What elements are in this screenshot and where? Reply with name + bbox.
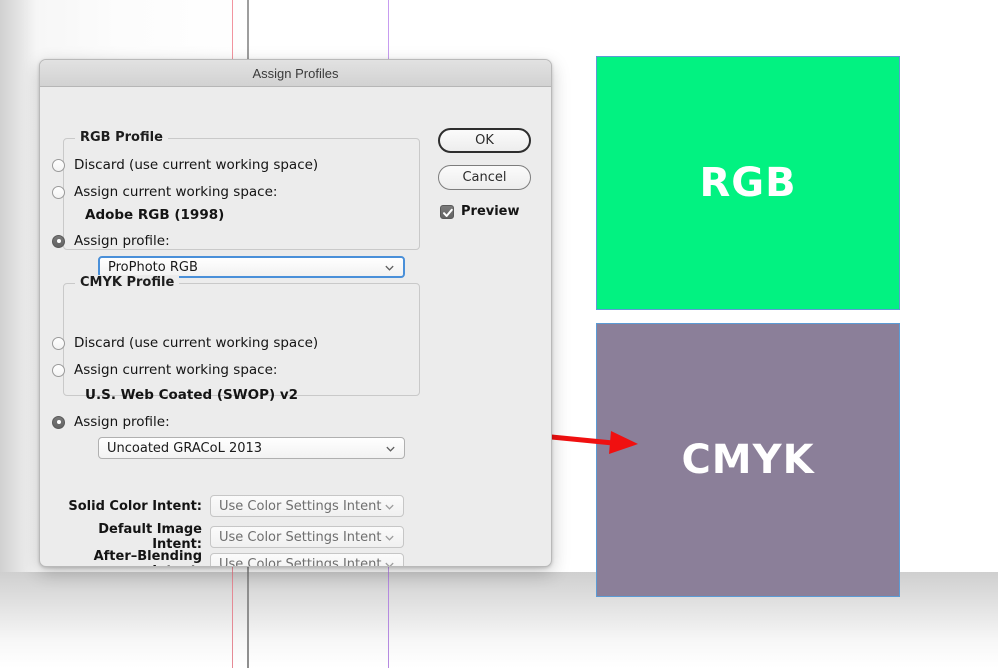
dialog-titlebar[interactable]: Assign Profiles	[40, 60, 551, 87]
solid-color-intent-select[interactable]: Use Color Settings Intent	[210, 495, 404, 517]
color-swatch-rgb[interactable]: RGB	[596, 56, 900, 310]
cmyk-profile-group-title: CMYK Profile	[75, 275, 179, 290]
chevron-down-icon	[384, 532, 395, 543]
radio-icon[interactable]	[52, 416, 65, 429]
chevron-down-icon	[384, 262, 395, 273]
cmyk-profile-select[interactable]: Uncoated GRACoL 2013	[98, 437, 405, 459]
chevron-down-icon	[384, 501, 395, 512]
cmyk-profile-select-value: Uncoated GRACoL 2013	[107, 441, 385, 456]
radio-icon[interactable]	[52, 186, 65, 199]
preview-checkbox-row[interactable]: Preview	[440, 204, 520, 219]
rgb-profile-select-value: ProPhoto RGB	[108, 260, 384, 275]
ok-button[interactable]: OK	[438, 128, 531, 153]
pasteboard-guide-pink	[232, 572, 233, 668]
assign-profiles-dialog: Assign Profiles RGB Profile Discard (use…	[39, 59, 552, 567]
canvas-left-shadow	[0, 0, 36, 668]
cancel-button[interactable]: Cancel	[438, 165, 531, 190]
default-image-intent-label: Default Image Intent:	[50, 522, 202, 552]
preview-label: Preview	[461, 204, 520, 219]
rgb-option-assign-working-space[interactable]: Assign current working space:	[52, 184, 277, 200]
rgb-working-space-value: Adobe RGB (1998)	[85, 207, 224, 223]
after-blending-intent-select[interactable]: Use Color Settings Intent	[210, 553, 404, 567]
checkbox-icon[interactable]	[440, 205, 454, 219]
default-image-intent-select[interactable]: Use Color Settings Intent	[210, 526, 404, 548]
cmyk-option-assign-profile[interactable]: Assign profile:	[52, 414, 170, 430]
dialog-title: Assign Profiles	[253, 66, 339, 81]
cmyk-option-assign-profile-label: Assign profile:	[74, 414, 170, 430]
chevron-down-icon	[384, 559, 395, 568]
chevron-down-icon	[385, 443, 396, 454]
default-image-intent-row: Default Image Intent: Use Color Settings…	[50, 522, 404, 552]
cmyk-option-discard[interactable]: Discard (use current working space)	[52, 335, 318, 351]
rgb-option-discard[interactable]: Discard (use current working space)	[52, 157, 318, 173]
cancel-button-label: Cancel	[462, 170, 506, 185]
rgb-option-discard-label: Discard (use current working space)	[74, 157, 318, 173]
cmyk-working-space-value: U.S. Web Coated (SWOP) v2	[85, 387, 298, 403]
solid-color-intent-row: Solid Color Intent: Use Color Settings I…	[50, 495, 404, 517]
cmyk-option-working-space-label: Assign current working space:	[74, 362, 277, 378]
cmyk-option-discard-label: Discard (use current working space)	[74, 335, 318, 351]
rgb-profile-group-title: RGB Profile	[75, 130, 168, 145]
radio-icon[interactable]	[52, 337, 65, 350]
after-blending-intent-value: Use Color Settings Intent	[219, 557, 384, 568]
dialog-body: RGB Profile Discard (use current working…	[40, 87, 551, 567]
solid-color-intent-label: Solid Color Intent:	[50, 499, 202, 514]
color-swatch-cmyk[interactable]: CMYK	[596, 323, 900, 597]
swatch-rgb-label: RGB	[699, 160, 796, 206]
rgb-option-working-space-label: Assign current working space:	[74, 184, 277, 200]
solid-color-intent-value: Use Color Settings Intent	[219, 499, 384, 514]
pasteboard-guide-purple	[388, 572, 389, 668]
radio-icon[interactable]	[52, 235, 65, 248]
cmyk-option-assign-working-space[interactable]: Assign current working space:	[52, 362, 277, 378]
radio-icon[interactable]	[52, 159, 65, 172]
rgb-option-assign-profile-label: Assign profile:	[74, 233, 170, 249]
after-blending-intent-row: After–Blending Intent: Use Color Setting…	[50, 549, 404, 567]
swatch-cmyk-label: CMYK	[681, 437, 814, 483]
rgb-option-assign-profile[interactable]: Assign profile:	[52, 233, 170, 249]
ok-button-label: OK	[475, 133, 494, 148]
radio-icon[interactable]	[52, 364, 65, 377]
default-image-intent-value: Use Color Settings Intent	[219, 530, 384, 545]
pasteboard-guide-gray	[247, 572, 249, 668]
after-blending-intent-label: After–Blending Intent:	[50, 549, 202, 567]
